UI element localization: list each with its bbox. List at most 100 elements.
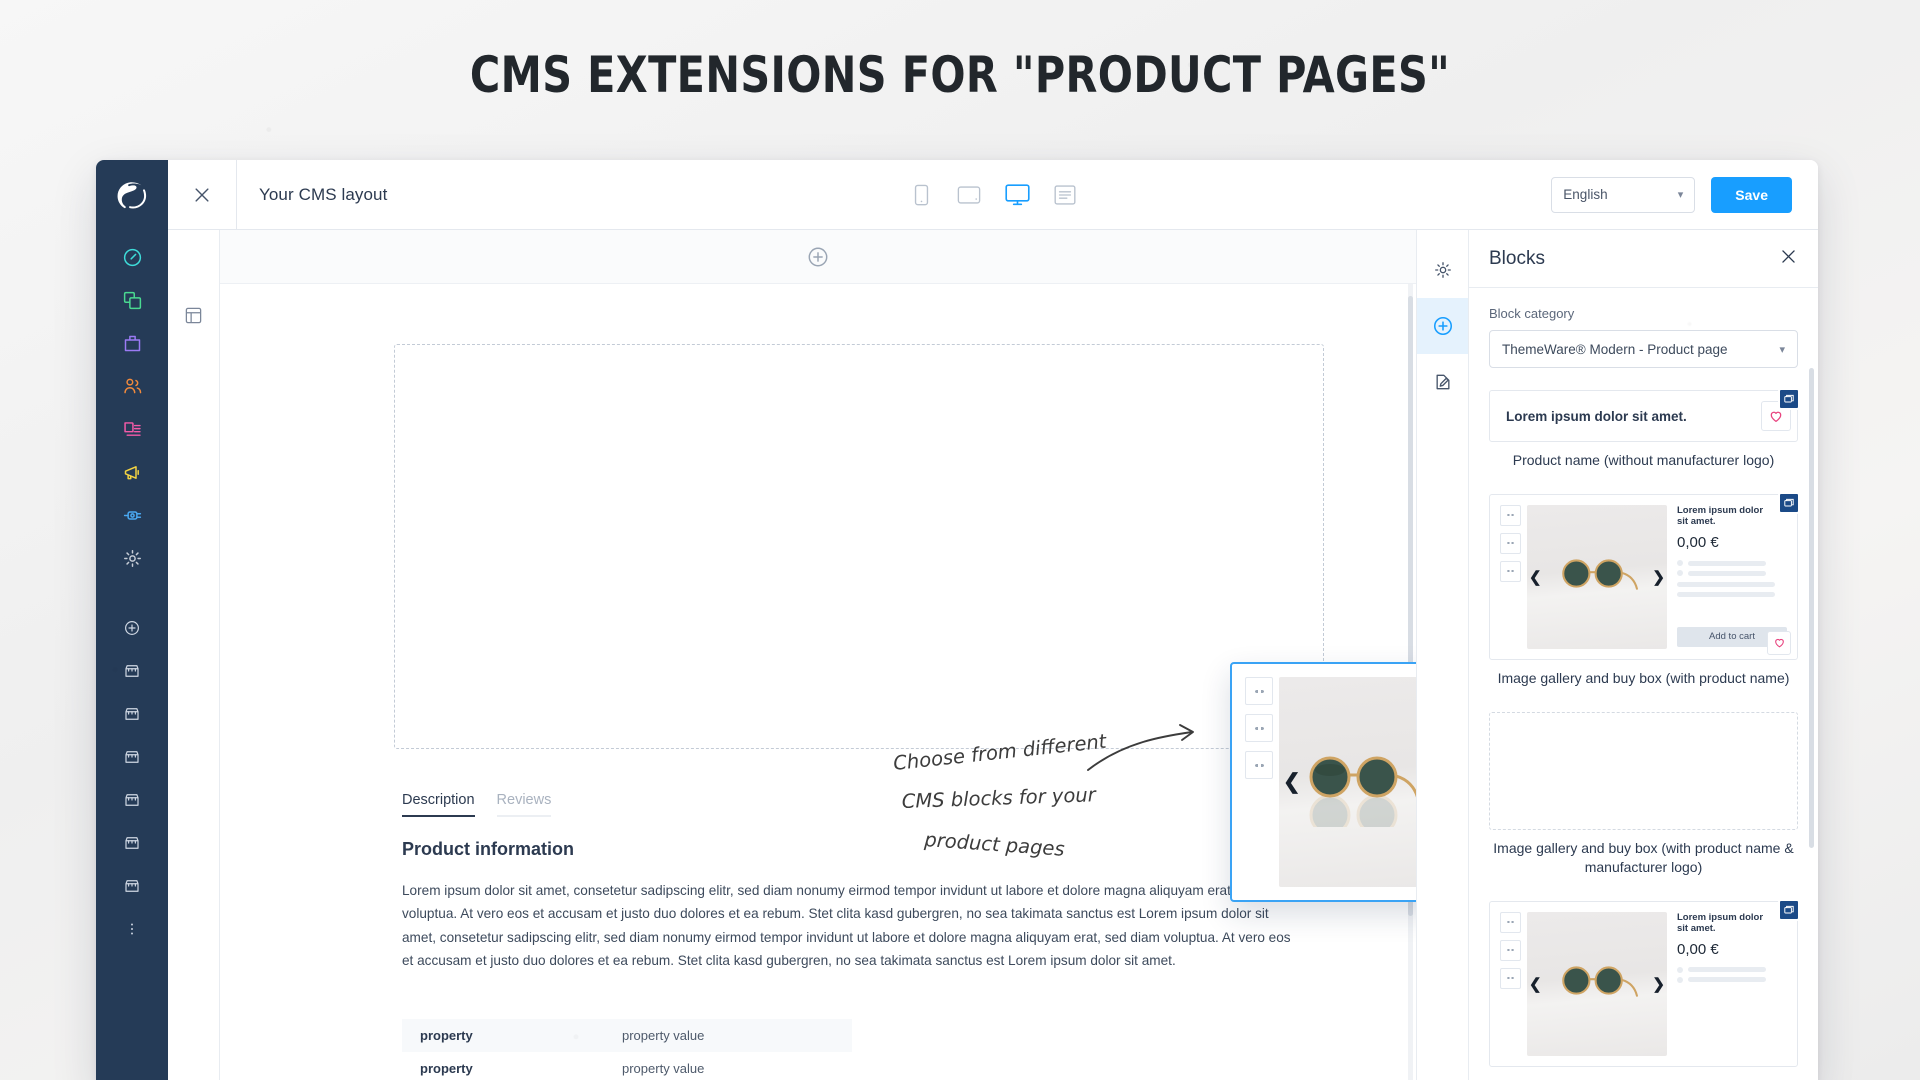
sidebar-item-more-menu[interactable] — [96, 907, 168, 950]
thumbnail-placeholder-icon — [1254, 763, 1264, 767]
property-value: property value — [622, 1028, 705, 1043]
sidebar-item-sales-channel-2[interactable] — [96, 692, 168, 735]
thumbnail-3[interactable] — [1245, 751, 1273, 779]
tab-description[interactable]: Description — [402, 792, 475, 817]
add-section-row[interactable] — [220, 230, 1416, 284]
cms-topbar: Your CMS layout English ▾ Save — [168, 160, 1818, 230]
sidebar-item-content[interactable] — [96, 408, 168, 451]
shopware-logo-icon — [117, 182, 147, 209]
close-panel-button[interactable] — [1779, 247, 1798, 271]
annotation-line-2: CMS blocks for your — [901, 783, 1098, 813]
property-key: property — [420, 1061, 473, 1076]
block-badge-icon — [1778, 898, 1800, 921]
thumbnail-3[interactable] — [1500, 967, 1521, 989]
gallery-prev-button[interactable]: ❮ — [1529, 975, 1542, 993]
storefront-icon — [125, 793, 139, 806]
main-area: Your CMS layout English ▾ Save Descripti… — [168, 160, 1818, 1080]
product-gallery: ❮ ❯ — [1279, 677, 1416, 887]
block-badge-icon — [1778, 388, 1800, 410]
tab-reviews[interactable]: Reviews — [496, 792, 552, 817]
panel-tab-settings[interactable] — [1417, 242, 1469, 298]
sunglasses-image — [1309, 756, 1416, 827]
language-select[interactable]: English ▾ — [1551, 176, 1696, 213]
gallery-next-button[interactable]: ❯ — [1652, 975, 1665, 993]
gallery-next-button[interactable]: ❯ — [1652, 568, 1665, 586]
block-preview-product-name[interactable]: Lorem ipsum dolor sit amet. — [1489, 388, 1800, 442]
device-tablet-button[interactable] — [956, 182, 982, 208]
product-description-text: Lorem ipsum dolor sit amet, consetetur s… — [402, 883, 1294, 969]
sidebar-item-sales-channel-5[interactable] — [96, 821, 168, 864]
panel-scrollbar-thumb[interactable] — [1809, 368, 1814, 848]
annotation-note: Choose from different CMS blocks for you… — [892, 724, 1202, 876]
sidebar-item-orders[interactable] — [96, 322, 168, 365]
chevron-down-icon: ▾ — [1677, 189, 1684, 201]
block-category-select[interactable]: ThemeWare® Modern - Product page ▾ — [1489, 330, 1798, 368]
storefront-icon — [125, 879, 139, 892]
gallery-thumbnails — [1500, 911, 1522, 1056]
gallery-prev-button[interactable]: ❮ — [1283, 770, 1301, 795]
block-card[interactable]: Image gallery and buy box (with product … — [1489, 711, 1798, 893]
wishlist-heart-button[interactable] — [1767, 630, 1791, 655]
product-information-heading: Product information — [402, 839, 574, 859]
close-editor-button[interactable] — [168, 185, 236, 205]
block-preview-gallery-buybox[interactable]: ❮ ❯ Lorem ipsum dolor sit amet. 0,00 € — [1489, 898, 1800, 1067]
thumbnail-1[interactable] — [1500, 504, 1521, 526]
shopware-logo[interactable] — [96, 160, 168, 230]
storefront-icon — [125, 750, 139, 763]
sidebar-item-customers[interactable] — [96, 365, 168, 408]
thumbnail-2[interactable] — [1500, 532, 1521, 554]
sidebar-item-add-sales-channel[interactable] — [96, 606, 168, 649]
block-preview-gallery-buybox[interactable]: ❮ ❯ Lorem ipsum dolor sit amet. 0,00 € — [1489, 491, 1800, 660]
thumbnail-2[interactable] — [1500, 939, 1521, 961]
block-card[interactable]: ❮ ❯ Lorem ipsum dolor sit amet. 0,00 € — [1489, 898, 1800, 1067]
gallery-prev-button[interactable]: ❮ — [1529, 568, 1542, 586]
thumbnail-1[interactable] — [1500, 911, 1521, 933]
thumbnail-2[interactable] — [1245, 714, 1273, 742]
tablet-icon — [957, 185, 981, 204]
product-price: 0,00 € — [1677, 534, 1719, 552]
product-price: 0,00 € — [1677, 940, 1719, 958]
cms-layout-title: Your CMS layout — [259, 184, 388, 204]
sidebar-item-sales-channel-1[interactable] — [96, 649, 168, 692]
editor-toolstrip — [168, 230, 220, 1080]
panel-tab-edit[interactable] — [1417, 354, 1469, 410]
close-icon — [1782, 249, 1795, 263]
sidebar-item-extensions[interactable] — [96, 494, 168, 537]
dragged-block-preview[interactable]: ❮ ❯ Lorem ipsum dolor sit amet. 0,00 € — [1230, 662, 1416, 902]
block-caption: Image gallery and buy box (with product … — [1493, 839, 1794, 875]
mobile-icon — [914, 184, 928, 205]
gear-icon — [123, 550, 141, 567]
sidebar-item-settings[interactable] — [96, 537, 168, 580]
megaphone-icon — [124, 466, 139, 480]
annotation-line-1: Choose from different — [892, 730, 1109, 775]
panel-tab-add-blocks[interactable] — [1416, 298, 1469, 354]
block-badge-glyph — [1784, 905, 1794, 914]
thumbnail-3[interactable] — [1500, 560, 1521, 582]
block-card[interactable]: ❮ ❯ Lorem ipsum dolor sit amet. 0,00 € — [1489, 491, 1800, 704]
editor-body: Description Reviews Product information … — [168, 230, 1818, 1080]
topbar-actions: English ▾ Save — [1551, 176, 1818, 213]
layout-tool-button[interactable] — [179, 300, 209, 330]
device-list-button[interactable] — [1052, 182, 1078, 208]
save-button[interactable]: Save — [1711, 176, 1792, 213]
thumbnail-1[interactable] — [1245, 677, 1273, 705]
sidebar-item-sales-channel-4[interactable] — [96, 778, 168, 821]
device-mobile-button[interactable] — [908, 182, 934, 208]
blocks-panel: Blocks Block category ThemeWare® Modern … — [1468, 230, 1818, 1080]
block-preview-empty[interactable] — [1489, 711, 1798, 830]
copy-icon — [123, 291, 141, 310]
sidebar-item-catalogues[interactable] — [96, 279, 168, 322]
buy-box: Lorem ipsum dolor sit amet. 0,00 € — [1667, 912, 1787, 1056]
buy-box: Lorem ipsum dolor sit amet. 0,00 € — [1667, 505, 1791, 655]
device-desktop-button[interactable] — [1004, 182, 1030, 208]
product-properties-table: property property value property propert… — [402, 1019, 852, 1080]
sidebar-item-marketing[interactable] — [96, 451, 168, 494]
block-category-value: ThemeWare® Modern - Product page — [1502, 341, 1728, 357]
sidebar-item-dashboard[interactable] — [96, 236, 168, 279]
blocks-panel-body: Block category ThemeWare® Modern - Produ… — [1469, 288, 1818, 1080]
sidebar-item-sales-channel-6[interactable] — [96, 864, 168, 907]
block-card[interactable]: Lorem ipsum dolor sit amet. Product name… — [1489, 388, 1800, 486]
sunglasses-image — [1562, 559, 1638, 590]
sidebar-item-sales-channel-3[interactable] — [96, 735, 168, 778]
block-dropzone[interactable] — [394, 344, 1324, 749]
